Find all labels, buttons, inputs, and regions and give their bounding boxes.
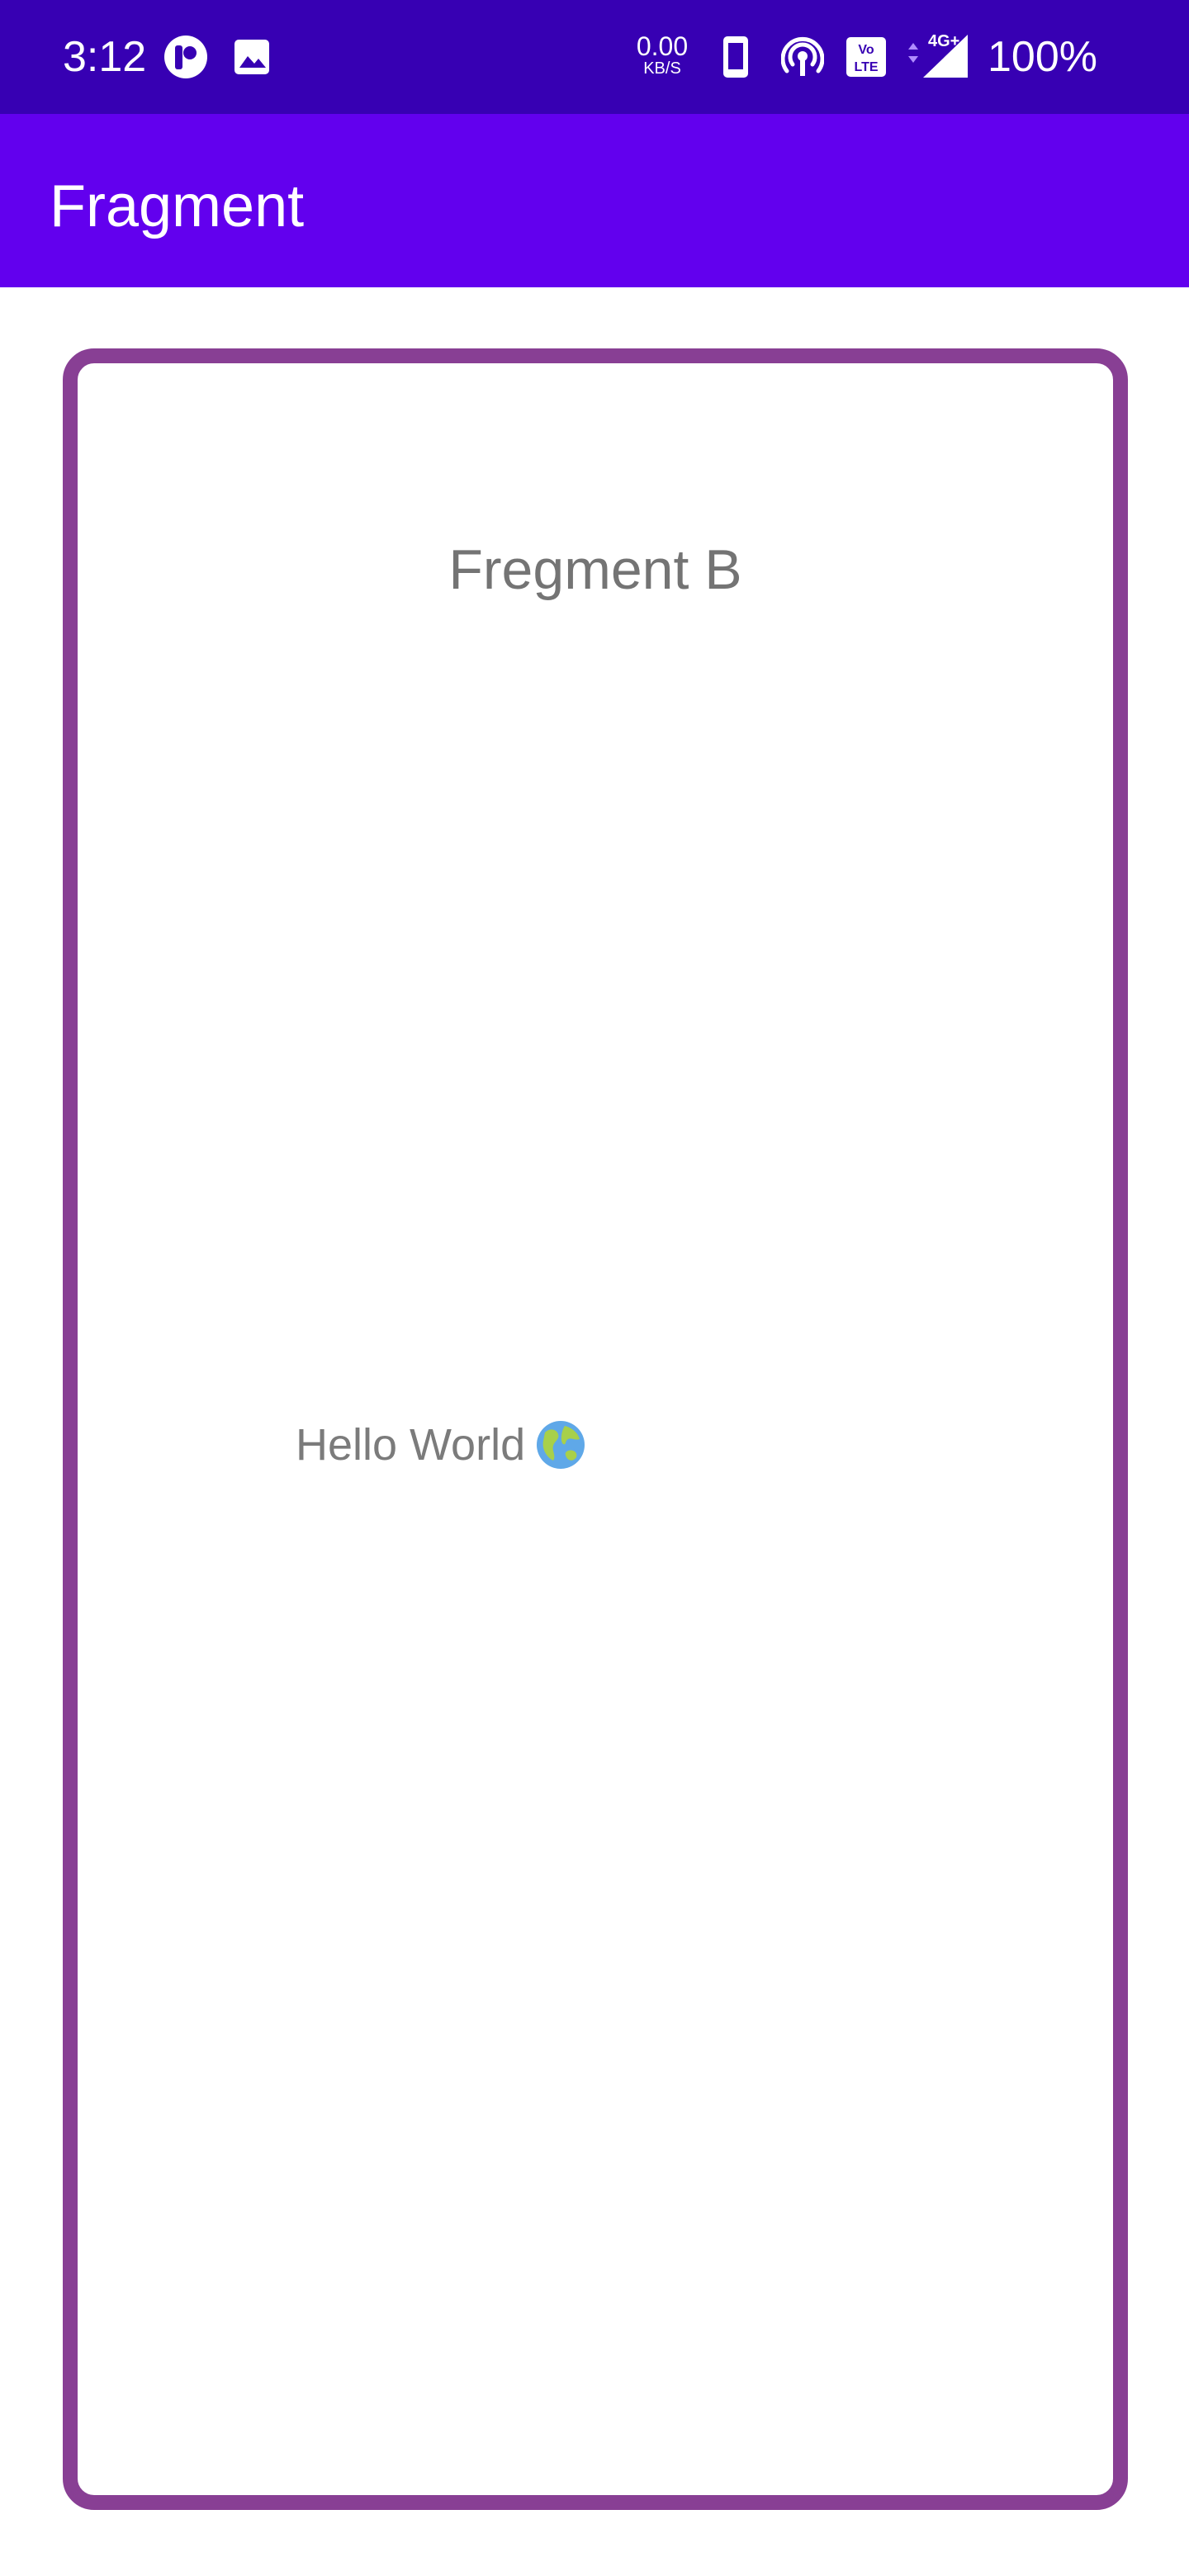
network-speed-unit: KB/S	[643, 59, 681, 78]
svg-text:Vo: Vo	[858, 43, 874, 57]
status-time: 3:12	[63, 33, 147, 81]
network-speed-value: 0.00	[636, 31, 689, 61]
app-bar: Fragment	[0, 114, 1189, 287]
network-speed: 0.00 KB/S	[632, 33, 692, 78]
battery-percentage: 100%	[988, 33, 1097, 81]
volte-icon: Vo LTE	[846, 37, 886, 77]
globe-icon	[537, 1420, 585, 1469]
phone-icon	[723, 36, 748, 78]
svg-text:LTE: LTE	[854, 60, 878, 74]
fragment-container: Fregment B Hello World	[63, 348, 1128, 2510]
hotspot-icon	[781, 36, 824, 76]
status-bar: 3:12 0.00 KB/S Vo LTE 4G+ 100%	[0, 0, 1189, 114]
fragment-title: Fregment B	[448, 538, 742, 601]
image-icon	[234, 40, 269, 74]
svg-text:4G+: 4G+	[928, 32, 959, 50]
signal-icon: 4G+	[908, 32, 968, 78]
app-notification-icon	[164, 36, 207, 78]
hello-message: Hello World	[296, 1418, 586, 1471]
hello-message-text: Hello World	[296, 1420, 526, 1470]
app-title: Fragment	[50, 173, 305, 239]
